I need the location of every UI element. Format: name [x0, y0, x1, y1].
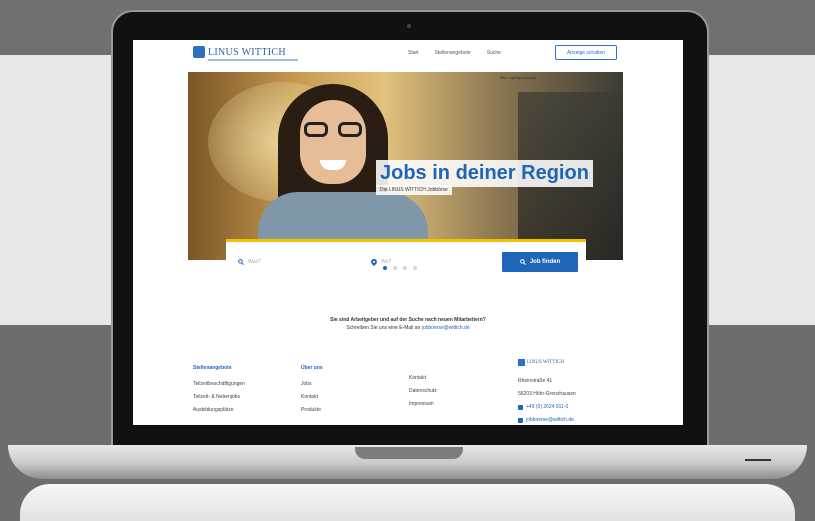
phone-icon	[518, 405, 523, 410]
where-placeholder: Wo?	[381, 259, 392, 265]
footer-link[interactable]: Kontakt	[409, 372, 437, 385]
cta-line1: Sie sind Arbeitgeber und auf der Suche n…	[330, 317, 486, 323]
search-icon	[519, 259, 526, 265]
footer-logo-text: LINUS WITTICH	[527, 360, 564, 365]
employer-cta: Sie sind Arbeitgeber und auf der Suche n…	[133, 316, 683, 332]
mail-icon	[518, 418, 523, 423]
post-ad-button[interactable]: Anzeige schalten	[555, 45, 617, 60]
hero-title: Jobs in deiner Region	[376, 160, 593, 187]
hero-subtitle: Die LINUS WITTICH Jobbörse	[376, 185, 452, 195]
hero-person-face	[300, 100, 366, 184]
footer-link[interactable]: Produkte	[301, 404, 323, 417]
cta-email-link[interactable]: jobboerse@wittich.de	[422, 325, 470, 331]
laptop-reflection	[20, 484, 795, 521]
site-logo[interactable]: LINUS WITTICH	[193, 46, 286, 58]
main-nav: Start Stellenangebote Suche	[408, 50, 501, 56]
footer-link[interactable]: Jobs	[301, 378, 323, 391]
footer-col-about: Über uns Jobs Kontakt Produkte	[301, 362, 323, 417]
contact-city: 56203 Höhr-Grenzhausen	[518, 391, 576, 397]
contact-email[interactable]: jobboerse@wittich.de	[518, 414, 576, 425]
nav-item-stellenangebote[interactable]: Stellenangebote	[435, 50, 471, 56]
logo-mark-icon	[518, 359, 525, 366]
site-header: LINUS WITTICH Start Stellenangebote Such…	[133, 40, 683, 70]
footer-link[interactable]: Teilzeitbeschäftigungen	[193, 378, 245, 391]
logo-underline	[208, 59, 298, 61]
nav-item-start[interactable]: Start	[408, 50, 419, 56]
find-job-label: Job finden	[529, 259, 561, 265]
footer-link[interactable]: Ausbildungsplätze	[193, 404, 245, 417]
location-pin-icon	[371, 258, 377, 266]
contact-street: Rheinstraße 41	[518, 378, 553, 384]
carousel-dot-1[interactable]	[383, 266, 387, 270]
hero-person-glasses	[304, 122, 362, 138]
contact-phone-number: +49 (0) 2624 911-0	[526, 404, 569, 410]
carousel-dot-4[interactable]	[413, 266, 417, 270]
hero-banner: Bild: Laptop Mockup Jobs in deiner Regio…	[188, 72, 623, 260]
footer-heading[interactable]: Über uns	[301, 362, 323, 375]
webcam-icon	[407, 24, 411, 28]
find-job-button[interactable]: Job finden	[502, 252, 578, 272]
job-search-bar: Was? Wo? Job finden	[226, 239, 586, 279]
carousel-dot-2[interactable]	[393, 266, 397, 270]
what-input[interactable]: Was?	[238, 252, 358, 272]
laptop-indicator-line	[745, 459, 771, 461]
hero-caption: Bild: Laptop Mockup	[500, 75, 537, 80]
carousel-dot-3[interactable]	[403, 266, 407, 270]
footer-col-legal: Kontakt Datenschutz Impressum	[409, 372, 437, 411]
contact-email-address: jobboerse@wittich.de	[526, 417, 574, 423]
footer-link[interactable]: Datenschutz	[409, 385, 437, 398]
what-placeholder: Was?	[248, 259, 261, 265]
footer-heading[interactable]: Stellenangebote	[193, 362, 245, 375]
footer-logo: LINUS WITTICH	[518, 356, 576, 369]
footer-link[interactable]: Impressum	[409, 398, 437, 411]
logo-mark-icon	[193, 46, 205, 58]
nav-item-suche[interactable]: Suche	[487, 50, 501, 56]
footer-link[interactable]: Teilzeit- & Nebenjobs	[193, 391, 245, 404]
contact-phone[interactable]: +49 (0) 2624 911-0	[518, 401, 576, 414]
laptop-notch	[355, 447, 463, 459]
footer-col-jobs: Stellenangebote Teilzeitbeschäftigungen …	[193, 362, 245, 417]
carousel-dots	[383, 266, 417, 270]
footer-contact: LINUS WITTICH Rheinstraße 41 56203 Höhr-…	[518, 356, 576, 425]
laptop-screen: LINUS WITTICH Start Stellenangebote Such…	[133, 40, 683, 425]
cta-line2: Schreiben Sie uns eine E-Mail an	[346, 325, 421, 331]
search-icon	[238, 259, 244, 265]
logo-text: LINUS WITTICH	[208, 46, 286, 58]
footer-link[interactable]: Kontakt	[301, 391, 323, 404]
